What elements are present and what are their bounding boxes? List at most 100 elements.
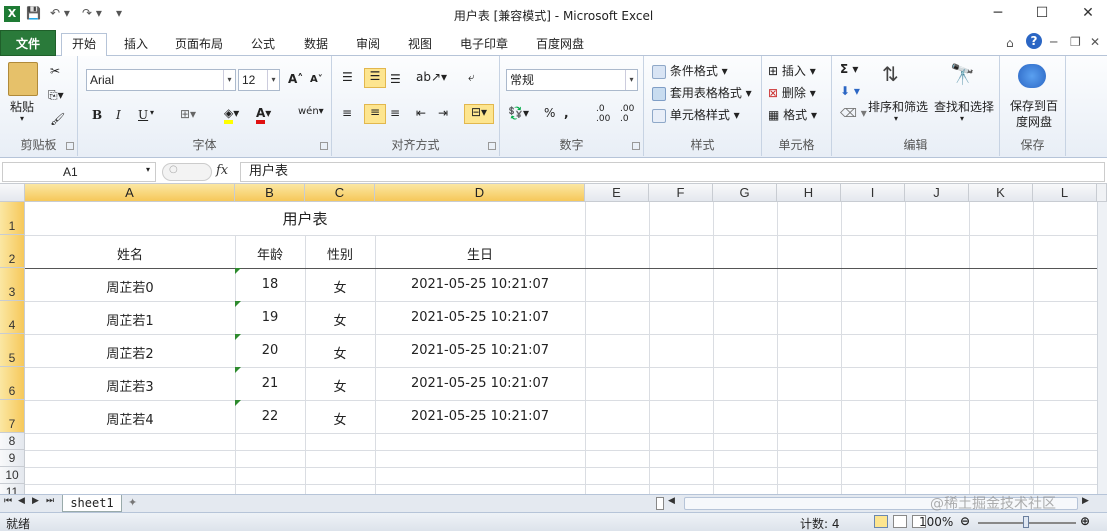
font-launcher-icon[interactable] — [320, 142, 328, 150]
align-left-icon[interactable]: ≡ — [342, 106, 352, 120]
cell-gender[interactable]: 女 — [305, 409, 375, 428]
row-header-2[interactable]: 2 — [0, 235, 25, 268]
italic-button[interactable]: I — [116, 108, 121, 122]
select-all-corner[interactable] — [0, 184, 25, 202]
name-box-dropdown-icon[interactable]: ▾ — [146, 165, 150, 174]
minimize-button[interactable]: ─ — [986, 5, 1010, 25]
find-select-button[interactable]: 查找和选择 — [934, 98, 994, 115]
sheet-tab-sheet1[interactable]: sheet1 — [62, 495, 122, 512]
find-select-dropdown-icon[interactable]: ▾ — [960, 114, 964, 123]
copy-icon[interactable]: ⎘▾ — [48, 88, 64, 103]
formula-expand-icon[interactable]: ○ — [162, 163, 212, 181]
column-header-g[interactable]: G — [713, 184, 777, 202]
cell-birthday[interactable]: 2021-05-25 10:21:07 — [375, 409, 585, 424]
scroll-up-arrow[interactable] — [1097, 184, 1107, 202]
row-header-9[interactable]: 9 — [0, 450, 25, 467]
cell-name[interactable]: 周芷若3 — [25, 376, 235, 395]
bold-button[interactable]: B — [92, 108, 102, 122]
wrap-text-icon[interactable]: ⤶ — [468, 70, 475, 85]
column-header-a[interactable]: A — [25, 184, 235, 202]
zoom-in-icon[interactable]: ⊕ — [1080, 514, 1090, 528]
formula-input[interactable]: 用户表 — [240, 162, 1105, 182]
error-indicator-icon[interactable] — [235, 301, 241, 307]
column-header-e[interactable]: E — [585, 184, 649, 202]
cell-age[interactable]: 19 — [235, 310, 305, 325]
row-header-11[interactable]: 11 — [0, 484, 25, 494]
scroll-left-arrow[interactable]: ◀ — [668, 496, 675, 506]
save-to-baidu-button[interactable]: 保存到百度网盘 — [1006, 98, 1062, 130]
workbook-close-icon[interactable]: ✕ — [1090, 35, 1100, 49]
column-header-l[interactable]: L — [1033, 184, 1097, 202]
format-painter-icon[interactable]: 🖌 — [50, 112, 65, 126]
align-middle-icon[interactable]: ☰ — [364, 68, 386, 88]
sort-filter-dropdown-icon[interactable]: ▾ — [894, 114, 898, 123]
tab-file[interactable]: 文件 — [0, 30, 56, 56]
cut-icon[interactable]: ✂ — [50, 64, 60, 78]
cell-birthday[interactable]: 2021-05-25 10:21:07 — [375, 376, 585, 391]
column-header-f[interactable]: F — [649, 184, 713, 202]
column-header-b[interactable]: B — [235, 184, 305, 202]
ribbon-collapse-icon[interactable]: ⌂ — [1006, 36, 1014, 50]
orientation-icon[interactable]: ab↗▾ — [416, 70, 447, 84]
phonetic-icon[interactable]: wén▾ — [298, 106, 324, 117]
zoom-level[interactable]: 100% — [919, 515, 953, 529]
row-header-5[interactable]: 5 — [0, 334, 25, 367]
autosum-icon[interactable]: Σ ▾ — [840, 62, 858, 76]
cell-name[interactable]: 周芷若0 — [25, 277, 235, 296]
decrease-indent-icon[interactable]: ⇤ — [416, 106, 426, 120]
merge-center-icon[interactable]: ⊟▾ — [464, 104, 494, 124]
format-as-table-button[interactable]: 套用表格格式 ▾ — [652, 84, 752, 101]
tab-insert[interactable]: 插入 — [114, 34, 158, 56]
row-header-3[interactable]: 3 — [0, 268, 25, 301]
error-indicator-icon[interactable] — [235, 400, 241, 406]
border-icon[interactable]: ⊞▾ — [180, 107, 196, 121]
cell-birthday[interactable]: 2021-05-25 10:21:07 — [375, 343, 585, 358]
number-launcher-icon[interactable] — [632, 142, 640, 150]
name-box[interactable]: A1 — [2, 162, 156, 182]
cell-birthday[interactable]: 2021-05-25 10:21:07 — [375, 277, 585, 292]
fill-icon[interactable]: ⬇ ▾ — [840, 84, 860, 98]
increase-indent-icon[interactable]: ⇥ — [438, 106, 448, 120]
page-layout-view-icon[interactable] — [893, 515, 907, 528]
delete-cells-button[interactable]: ⊠ 删除 ▾ — [768, 84, 816, 101]
tab-split-handle[interactable] — [656, 497, 664, 510]
grow-font-icon[interactable]: A˄ — [288, 72, 303, 86]
maximize-button[interactable]: ☐ — [1030, 5, 1054, 25]
row-header-10[interactable]: 10 — [0, 467, 25, 484]
column-header-d[interactable]: D — [375, 184, 585, 202]
cell-age[interactable]: 21 — [235, 376, 305, 391]
align-center-icon[interactable]: ≡ — [364, 104, 386, 124]
cell-age[interactable]: 20 — [235, 343, 305, 358]
paste-dropdown-icon[interactable]: ▾ — [20, 114, 24, 123]
font-color-icon[interactable]: A▾ — [256, 106, 271, 124]
format-cells-button[interactable]: ▦ 格式 ▾ — [768, 106, 817, 123]
tab-e-seal[interactable]: 电子印章 — [450, 34, 518, 56]
underline-button[interactable]: U — [138, 108, 148, 122]
sheet-nav-first-icon[interactable]: ⏮ — [4, 496, 12, 506]
find-select-icon[interactable]: 🔭 — [950, 62, 975, 86]
error-indicator-icon[interactable] — [235, 367, 241, 373]
font-size-combo[interactable]: 12 ▾ — [238, 69, 280, 91]
clipboard-launcher-icon[interactable] — [66, 142, 74, 150]
shrink-font-icon[interactable]: A˅ — [310, 74, 323, 85]
fill-color-icon[interactable]: ◈▾ — [224, 106, 239, 124]
cell-gender[interactable]: 女 — [305, 343, 375, 362]
cell-birthday[interactable]: 2021-05-25 10:21:07 — [375, 310, 585, 325]
insert-function-icon[interactable]: fx — [216, 163, 228, 178]
sheet-nav-prev-icon[interactable]: ◀ — [18, 496, 25, 506]
sheet-title-cell[interactable]: 用户表 — [25, 208, 585, 229]
cell-age[interactable]: 18 — [235, 277, 305, 292]
cell-name[interactable]: 周芷若1 — [25, 310, 235, 329]
sort-filter-icon[interactable]: ⇅ — [882, 62, 899, 86]
row-header-6[interactable]: 6 — [0, 367, 25, 400]
alignment-launcher-icon[interactable] — [488, 142, 496, 150]
error-indicator-icon[interactable] — [235, 268, 241, 274]
tab-review[interactable]: 审阅 — [346, 34, 390, 56]
percent-icon[interactable]: % — [544, 106, 555, 120]
row-header-8[interactable]: 8 — [0, 433, 25, 450]
sheet-nav-next-icon[interactable]: ▶ — [32, 496, 39, 506]
insert-cells-button[interactable]: ⊞ 插入 ▾ — [768, 62, 816, 79]
column-header-j[interactable]: J — [905, 184, 969, 202]
accounting-format-icon[interactable]: 💱▾ — [508, 106, 529, 120]
header-cell-name[interactable]: 姓名 — [25, 244, 235, 263]
